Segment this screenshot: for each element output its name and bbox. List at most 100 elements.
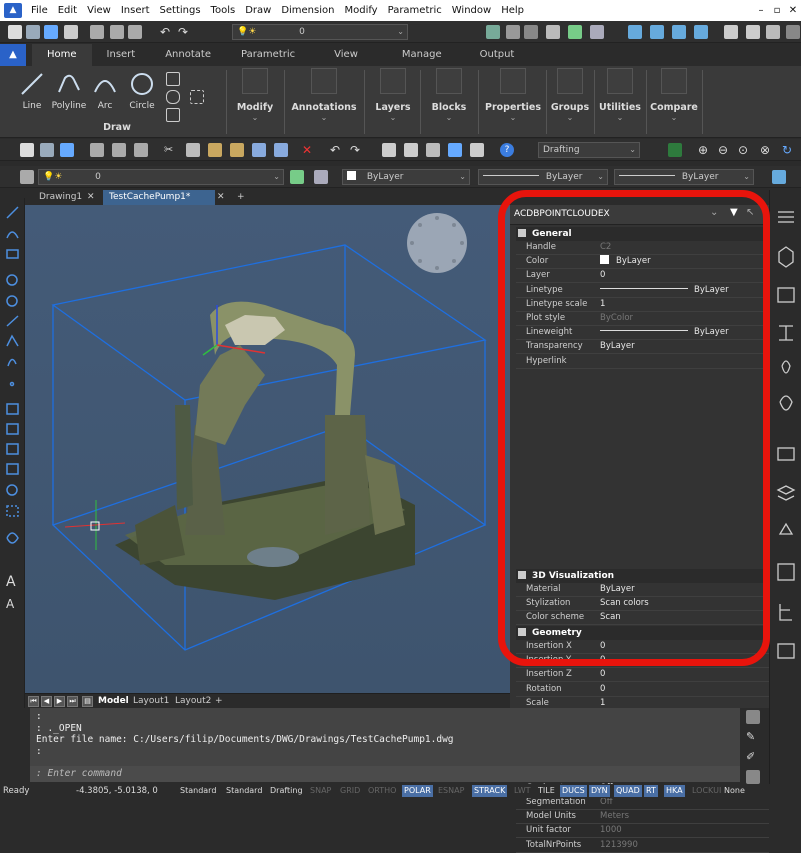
- layer-tool-icon[interactable]: [486, 25, 500, 39]
- property-row[interactable]: Transparency ByLayer: [516, 340, 769, 355]
- properties-group[interactable]: Properties ⌄: [484, 68, 542, 136]
- cut-icon[interactable]: ✂: [164, 143, 178, 157]
- status-toggle-snap[interactable]: SNAP: [308, 785, 333, 797]
- status-toggle-none[interactable]: None: [722, 785, 747, 797]
- section-geometry[interactable]: Geometry: [516, 626, 769, 640]
- plot-icon[interactable]: [112, 143, 126, 157]
- lineweight-dropdown[interactable]: ByLayer ⌄: [614, 169, 754, 185]
- orbit-icon[interactable]: ↻: [782, 143, 796, 157]
- command-input[interactable]: : Enter command: [30, 766, 740, 782]
- block-icon[interactable]: [252, 143, 266, 157]
- status-toggle-ortho[interactable]: ORTHO: [366, 785, 398, 797]
- menu-tools[interactable]: Tools: [206, 5, 241, 16]
- open-icon[interactable]: [40, 143, 54, 157]
- status-toggle-drafting[interactable]: Drafting: [268, 785, 305, 797]
- property-row[interactable]: TotalNrPoints 1213990: [516, 839, 769, 853]
- property-row[interactable]: Color scheme Scan: [516, 611, 769, 626]
- rectangle-icon[interactable]: [166, 72, 180, 86]
- property-value[interactable]: ByLayer: [600, 340, 635, 353]
- eraser-icon[interactable]: [404, 143, 418, 157]
- open-icon[interactable]: [26, 25, 40, 39]
- layers-group[interactable]: Layers ⌄: [370, 68, 416, 136]
- status-toggle-hka[interactable]: HKA: [664, 785, 685, 797]
- status-toggle-ducs[interactable]: DUCS: [560, 785, 587, 797]
- layer-previous-icon[interactable]: [314, 170, 328, 184]
- annotations-group[interactable]: Annotations ⌄: [290, 68, 358, 136]
- property-value[interactable]: 1000: [600, 824, 622, 837]
- first-tab-icon[interactable]: ⏮: [28, 696, 39, 707]
- undo-icon[interactable]: ↶: [330, 143, 344, 157]
- render-icon[interactable]: [724, 25, 738, 39]
- property-value[interactable]: 0: [600, 683, 605, 696]
- tab-parametric[interactable]: Parametric: [226, 44, 310, 66]
- restore-icon[interactable]: ▫: [769, 5, 785, 16]
- redo-icon[interactable]: ↷: [350, 143, 364, 157]
- utilities-group[interactable]: Utilities ⌄: [598, 68, 642, 136]
- line-button[interactable]: Line: [16, 70, 48, 111]
- property-value[interactable]: 0: [600, 654, 605, 667]
- menu-file[interactable]: File: [26, 5, 53, 16]
- settings-icon[interactable]: [746, 770, 760, 784]
- zoom-out-icon[interactable]: ⊖: [718, 143, 732, 157]
- layout-list-icon[interactable]: ▤: [82, 696, 93, 707]
- property-row[interactable]: Material ByLayer: [516, 583, 769, 597]
- app-menu-icon[interactable]: ▲: [0, 44, 26, 66]
- tab-layout1[interactable]: Layout1: [133, 694, 169, 709]
- workspace-dropdown[interactable]: Drafting ⌄: [538, 142, 640, 158]
- select-icon[interactable]: [274, 143, 288, 157]
- property-value[interactable]: 1: [600, 298, 605, 311]
- model-space-icon[interactable]: [668, 143, 682, 157]
- groups-group[interactable]: Groups ⌄: [550, 68, 590, 136]
- property-row[interactable]: Insertion X 0: [516, 640, 769, 654]
- status-toggle-lwt[interactable]: LWT: [512, 785, 533, 797]
- select-objects-icon[interactable]: ↖: [746, 207, 754, 218]
- property-row[interactable]: Model Units Meters: [516, 810, 769, 825]
- delete-icon[interactable]: ✕: [302, 143, 316, 157]
- 3d-box-icon[interactable]: [772, 170, 786, 184]
- paste-icon[interactable]: [208, 143, 222, 157]
- navigation-disc[interactable]: [407, 213, 467, 273]
- polyline-button[interactable]: Polyline: [50, 70, 88, 111]
- tab-insert[interactable]: Insert: [92, 44, 151, 66]
- property-value[interactable]: Scan: [600, 611, 621, 624]
- section-viz[interactable]: 3D Visualization: [516, 569, 769, 583]
- tab-view[interactable]: View: [310, 44, 382, 66]
- view-iso-icon[interactable]: [694, 25, 708, 39]
- gear-icon[interactable]: [426, 143, 440, 157]
- property-row[interactable]: Segmentation Off: [516, 796, 769, 810]
- plot-icon[interactable]: [110, 25, 124, 39]
- layer-manager-icon[interactable]: [20, 170, 34, 184]
- property-value[interactable]: 0: [600, 640, 605, 653]
- status-toggle-tile[interactable]: TILE: [536, 785, 557, 797]
- tab-layout2[interactable]: Layout2: [175, 694, 211, 709]
- property-value[interactable]: ByLayer: [600, 255, 651, 268]
- property-row[interactable]: Unit factor 1000: [516, 824, 769, 839]
- view-top-icon[interactable]: [650, 25, 664, 39]
- modify-group[interactable]: Modify ⌄: [230, 68, 280, 136]
- add-layout-button[interactable]: +: [215, 694, 223, 709]
- property-row[interactable]: Linetype scale 1: [516, 298, 769, 312]
- tab-home[interactable]: Home: [32, 44, 92, 66]
- new-icon[interactable]: [20, 143, 34, 157]
- new-icon[interactable]: [8, 25, 22, 39]
- more-icon[interactable]: [786, 25, 800, 39]
- last-tab-icon[interactable]: ⏭: [67, 696, 78, 707]
- status-toggle-esnap[interactable]: ESNAP: [436, 785, 466, 797]
- property-row[interactable]: Lineweight ByLayer: [516, 326, 769, 341]
- property-row[interactable]: Insertion Y 0: [516, 654, 769, 669]
- collapse-icon[interactable]: [518, 628, 526, 636]
- menu-window[interactable]: Window: [447, 5, 496, 16]
- view-front-icon[interactable]: [672, 25, 686, 39]
- status-toggle-strack[interactable]: STRACK: [472, 785, 508, 797]
- menu-insert[interactable]: Insert: [116, 5, 155, 16]
- property-row[interactable]: Handle C2: [516, 241, 769, 255]
- property-value[interactable]: ByLayer: [600, 326, 729, 339]
- print-preview-icon[interactable]: [128, 25, 142, 39]
- layer-dropdown[interactable]: 💡☀ 0 ⌄: [232, 24, 408, 40]
- make-current-icon[interactable]: [290, 170, 304, 184]
- ellipse-icon[interactable]: [166, 90, 180, 104]
- property-row[interactable]: Plot style ByColor: [516, 312, 769, 326]
- match-properties-icon[interactable]: [230, 143, 244, 157]
- status-toggle-dyn[interactable]: DYN: [589, 785, 610, 797]
- property-row[interactable]: Hyperlink: [516, 355, 769, 369]
